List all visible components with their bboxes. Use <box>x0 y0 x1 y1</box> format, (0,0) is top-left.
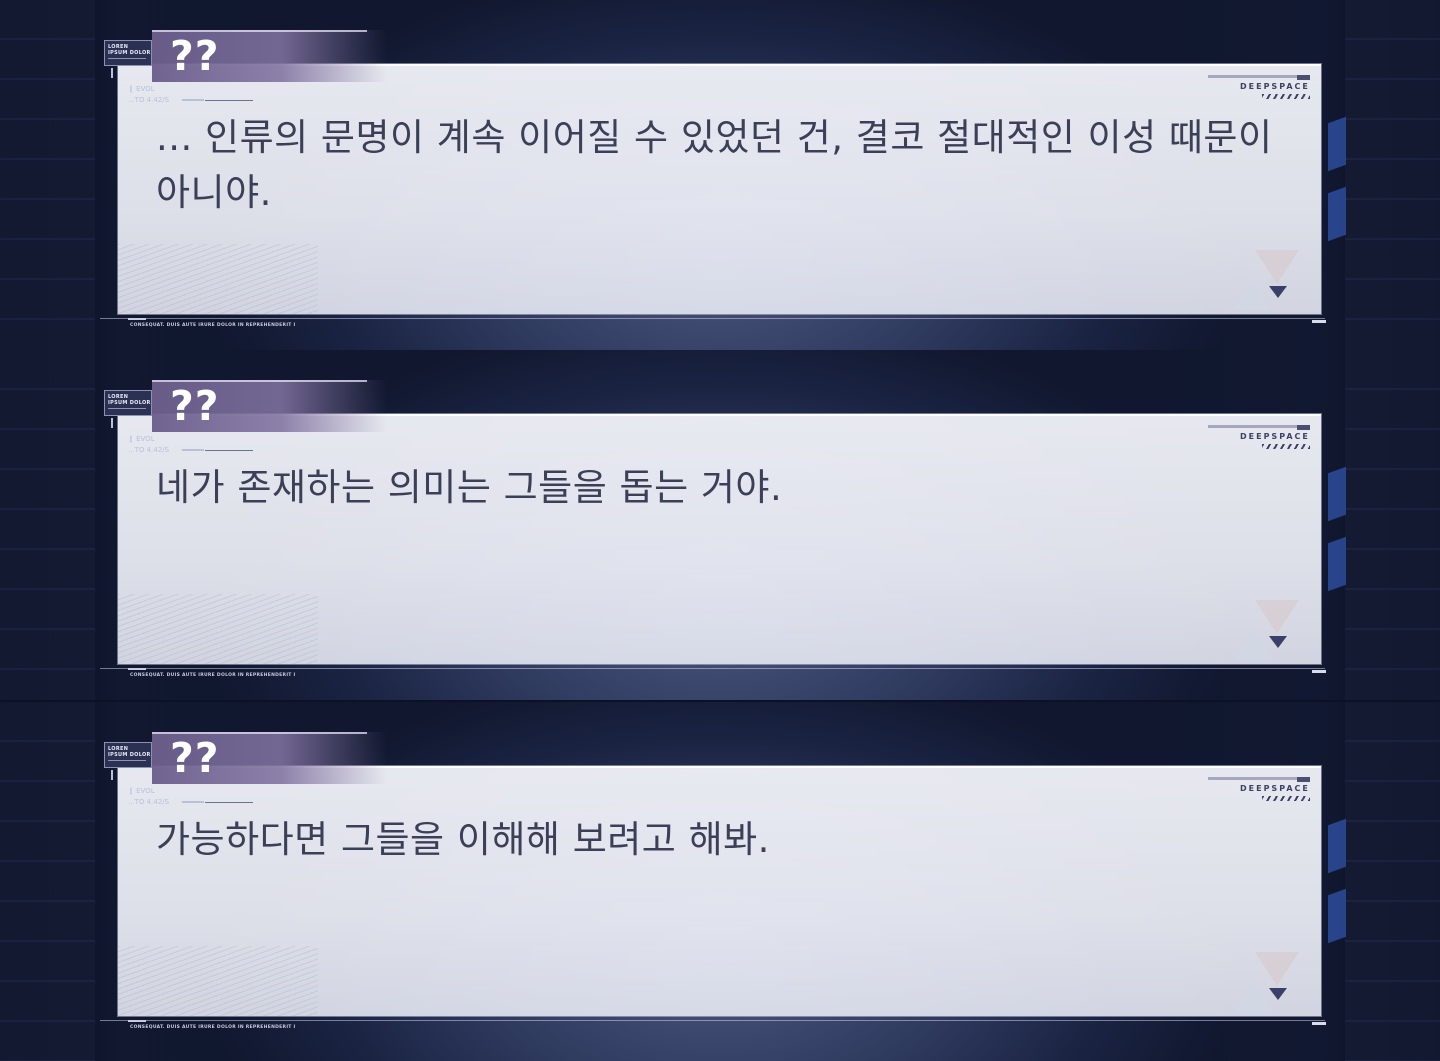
evol-label: ❙ EVOL <box>128 787 155 795</box>
footer-end-mark <box>1312 320 1326 323</box>
left-wall-bg <box>0 350 95 700</box>
brand-label: DEEPSPACE <box>1240 432 1310 441</box>
right-wall-bg <box>1345 0 1440 350</box>
advance-arrow-icon[interactable] <box>1269 988 1287 1000</box>
footer-line <box>100 1020 1325 1021</box>
footer-mark <box>128 1020 146 1022</box>
brand-bar <box>1208 75 1310 78</box>
corner-logo: LOREN IPSUM DOLOR <box>104 742 152 768</box>
evol-value: ...TO 4.42/S <box>128 446 170 454</box>
corner-logo: LOREN IPSUM DOLOR <box>104 40 152 66</box>
logo-line-2: IPSUM DOLOR <box>108 400 151 406</box>
triangle-deco-icon <box>1255 952 1299 986</box>
evol-dash <box>182 801 204 803</box>
advance-arrow-icon[interactable] <box>1269 286 1287 298</box>
triangle-deco-icon <box>1233 280 1273 310</box>
speaker-name: ?? <box>170 382 220 430</box>
brand-hatch <box>1262 444 1310 449</box>
footer-caption: CONSEQUAT. DUIS AUTE IRURE DOLOR IN REPR… <box>130 1025 296 1030</box>
corner-tick <box>111 418 113 428</box>
dialogue-text: ... 인류의 문명이 계속 이어질 수 있었던 건, 결코 절대적인 이성 때… <box>156 116 1273 214</box>
footer-mark <box>128 318 146 320</box>
footer-mark <box>128 668 146 670</box>
evol-value: ...TO 4.42/S <box>128 96 170 104</box>
left-wall-bg <box>0 0 95 350</box>
dialogue-box[interactable] <box>118 766 1321 1016</box>
speaker-name: ?? <box>170 32 220 80</box>
corner-logo: LOREN IPSUM DOLOR <box>104 390 152 416</box>
logo-line-2: IPSUM DOLOR <box>108 50 151 56</box>
triangle-deco-icon <box>1233 982 1273 1012</box>
evol-line <box>205 450 253 451</box>
brand-label: DEEPSPACE <box>1240 784 1310 793</box>
evol-label: ❙ EVOL <box>128 85 155 93</box>
wave-deco <box>118 946 318 1016</box>
wall-light-stripe <box>1328 116 1346 172</box>
logo-line-2: IPSUM DOLOR <box>108 752 151 758</box>
dialogue-box[interactable] <box>118 414 1321 664</box>
triangle-deco-icon <box>1255 250 1299 284</box>
logo-rule <box>108 408 146 409</box>
footer-line <box>100 318 1325 319</box>
brand-bar-cap <box>1297 75 1310 80</box>
right-wall-bg <box>1345 350 1440 700</box>
wave-deco <box>118 244 318 314</box>
evol-label: ❙ EVOL <box>128 435 155 443</box>
triangle-deco-icon <box>1233 630 1273 660</box>
evol-line <box>205 100 253 101</box>
footer-end-mark <box>1312 1022 1326 1025</box>
wave-deco <box>118 594 318 664</box>
wall-light-stripe <box>1328 536 1346 592</box>
right-wall-bg <box>1345 702 1440 1061</box>
advance-arrow-icon[interactable] <box>1269 636 1287 648</box>
footer-caption: CONSEQUAT. DUIS AUTE IRURE DOLOR IN REPR… <box>130 673 296 678</box>
dialogue-panel-3[interactable]: ?? LOREN IPSUM DOLOR ❙ EVOL ...TO 4.42/S… <box>0 702 1440 1061</box>
corner-tick <box>111 68 113 78</box>
evol-value: ...TO 4.42/S <box>128 798 170 806</box>
footer-line <box>100 668 1325 669</box>
dialogue-text: 가능하다면 그들을 이해해 보려고 해봐. <box>156 818 770 861</box>
wall-light-stripe <box>1328 818 1346 874</box>
evol-dash <box>182 449 204 451</box>
evol-line <box>205 802 253 803</box>
wall-light-stripe <box>1328 466 1346 522</box>
wall-light-stripe <box>1328 888 1346 944</box>
brand-label: DEEPSPACE <box>1240 82 1310 91</box>
brand-hatch <box>1262 94 1310 99</box>
logo-rule <box>108 760 146 761</box>
brand-bar-cap <box>1297 425 1310 430</box>
triangle-deco-icon <box>1255 600 1299 634</box>
corner-tick <box>111 770 113 780</box>
left-wall-bg <box>0 702 95 1061</box>
footer-caption: CONSEQUAT. DUIS AUTE IRURE DOLOR IN REPR… <box>130 323 296 328</box>
evol-dash <box>182 99 204 101</box>
wall-light-stripe <box>1328 186 1346 242</box>
logo-rule <box>108 58 146 59</box>
brand-bar-cap <box>1297 777 1310 782</box>
speaker-name: ?? <box>170 734 220 782</box>
footer-end-mark <box>1312 670 1326 673</box>
brand-hatch <box>1262 796 1310 801</box>
dialogue-panel-2[interactable]: ?? LOREN IPSUM DOLOR ❙ EVOL ...TO 4.42/S… <box>0 350 1440 700</box>
dialogue-text: 네가 존재하는 의미는 그들을 돕는 거야. <box>156 466 783 509</box>
dialogue-panel-1[interactable]: ?? LOREN IPSUM DOLOR ❙ EVOL ...TO 4.42/S… <box>0 0 1440 350</box>
brand-bar <box>1208 777 1310 780</box>
brand-bar <box>1208 425 1310 428</box>
